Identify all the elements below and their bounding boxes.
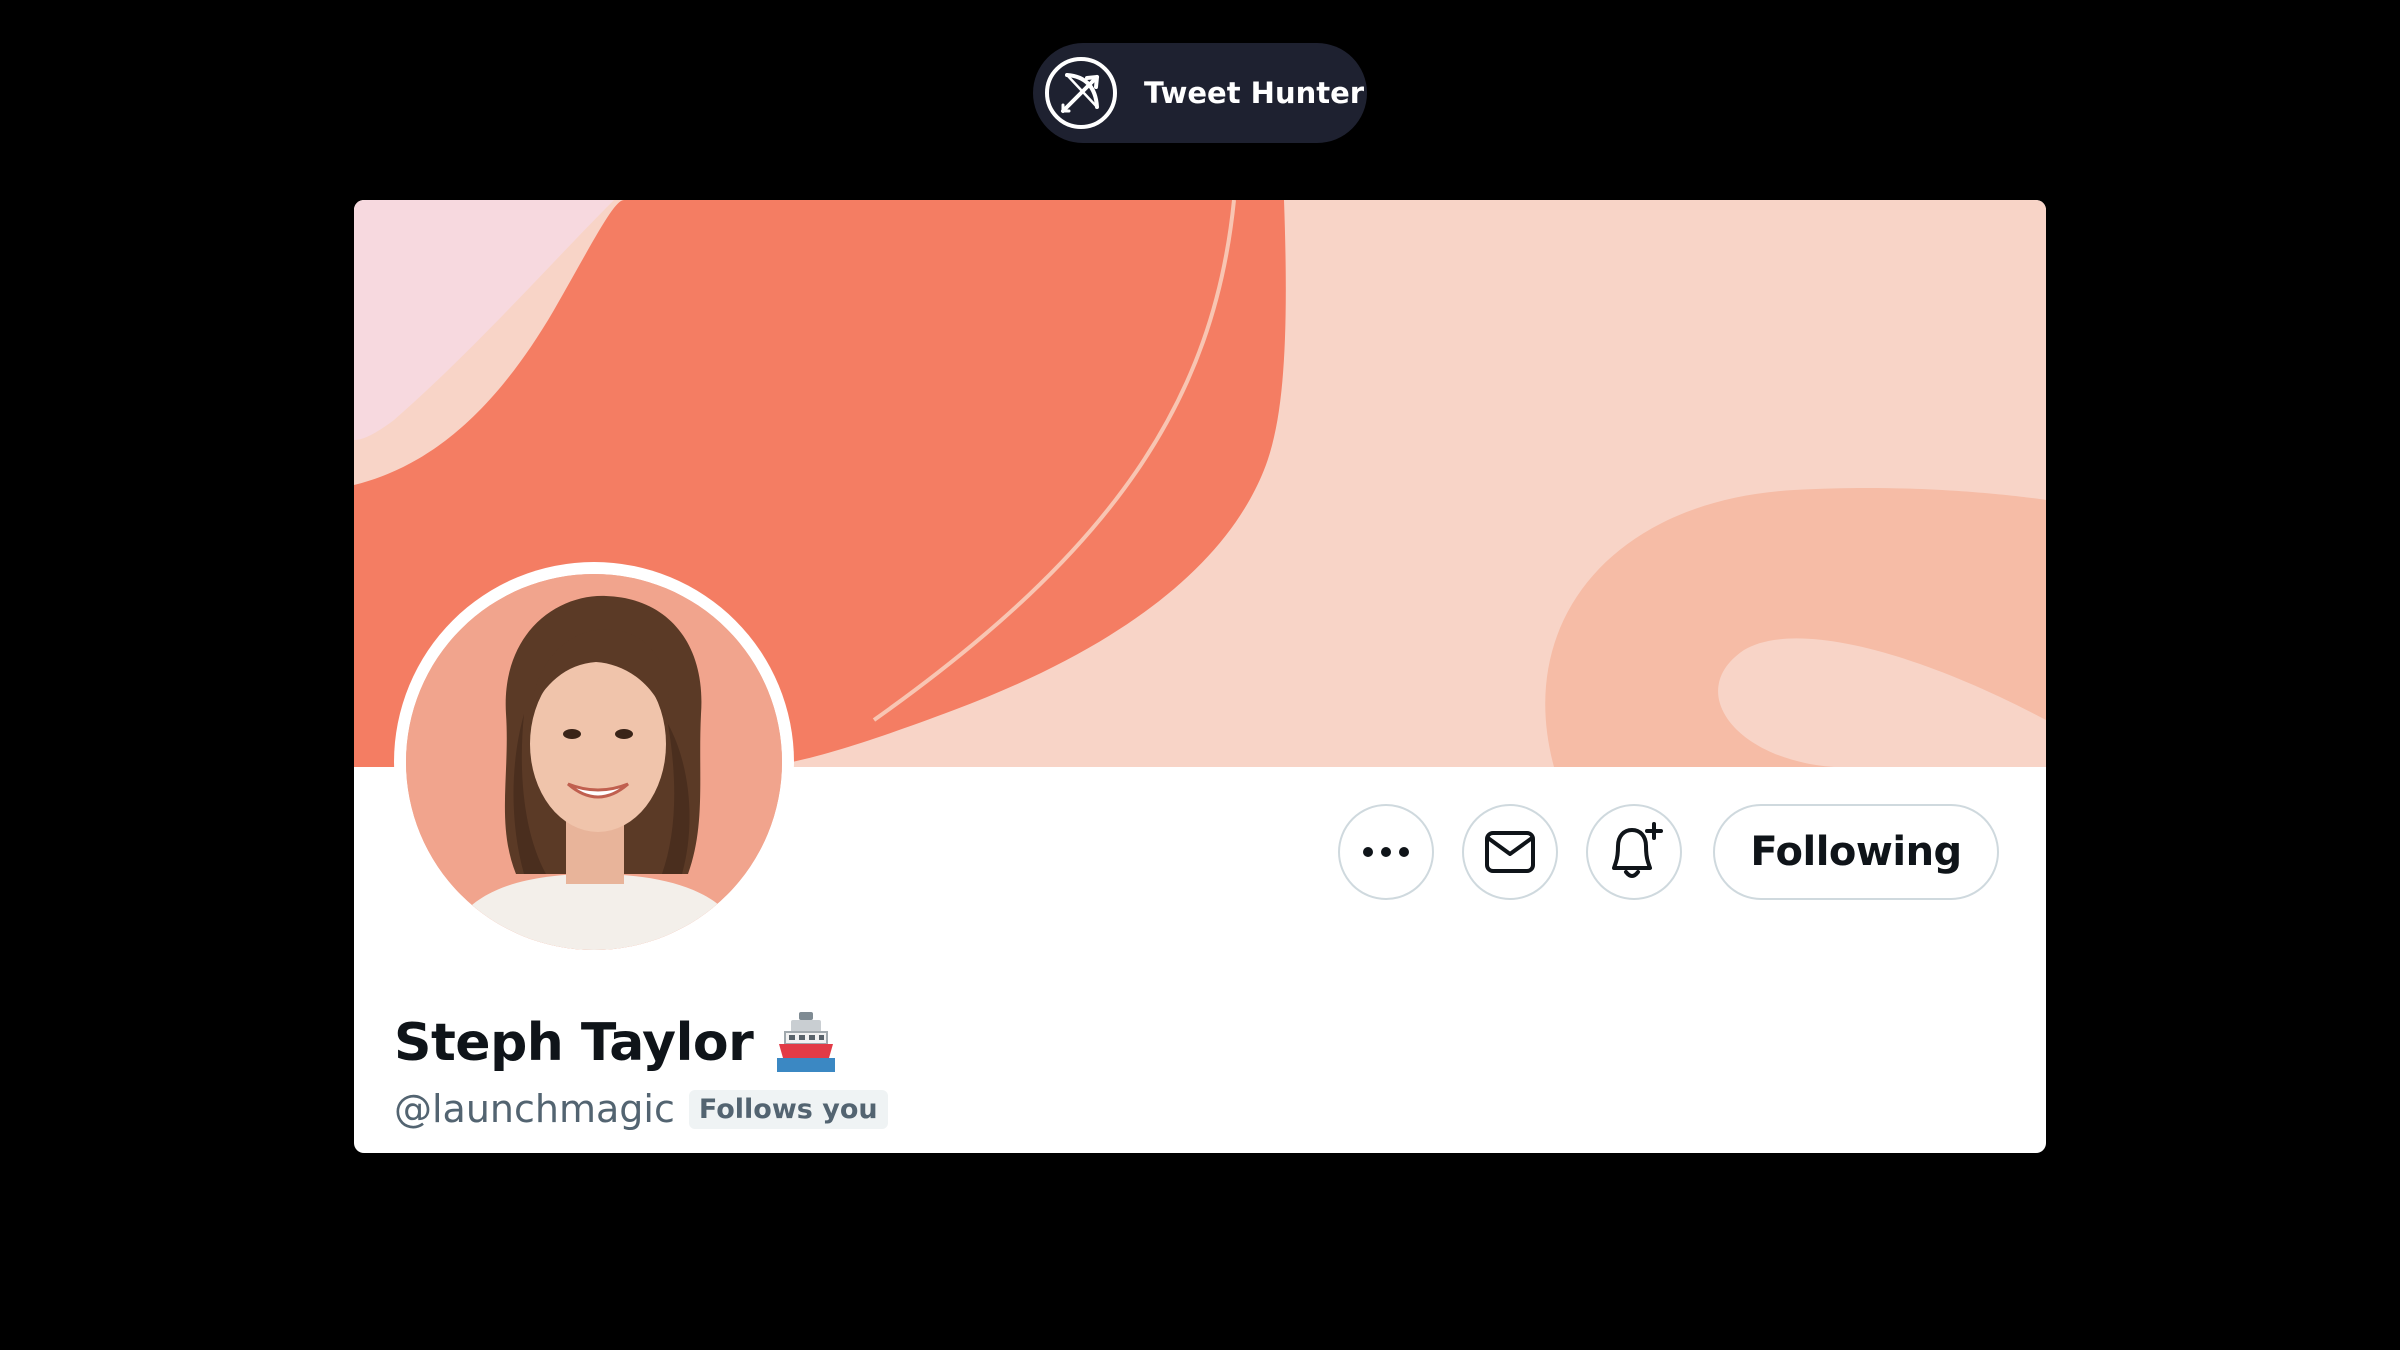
ship-emoji	[777, 1012, 836, 1072]
bell-plus-icon	[1612, 822, 1663, 878]
mail-icon	[1485, 831, 1535, 873]
display-name: Steph Taylor	[394, 1008, 841, 1078]
handle-row: @launchmagic Follows you	[394, 1083, 888, 1135]
follows-you-badge: Follows you	[688, 1089, 888, 1129]
notifications-button[interactable]	[1586, 804, 1682, 900]
avatar-photo	[406, 574, 782, 950]
following-button[interactable]: Following	[1713, 804, 1999, 900]
avatar[interactable]	[406, 574, 782, 950]
brand-name: Tweet Hunter	[1144, 76, 1365, 110]
profile-card: Following Steph Taylor @launchmagic Foll…	[354, 200, 2046, 1153]
more-icon	[1363, 847, 1409, 857]
display-name-text: Steph Taylor	[394, 1013, 754, 1073]
brand-pill[interactable]: Tweet Hunter	[1033, 43, 1367, 143]
more-button[interactable]	[1338, 804, 1434, 900]
message-button[interactable]	[1462, 804, 1558, 900]
handle: @launchmagic	[394, 1087, 675, 1131]
bow-and-arrow-icon	[1045, 57, 1117, 129]
